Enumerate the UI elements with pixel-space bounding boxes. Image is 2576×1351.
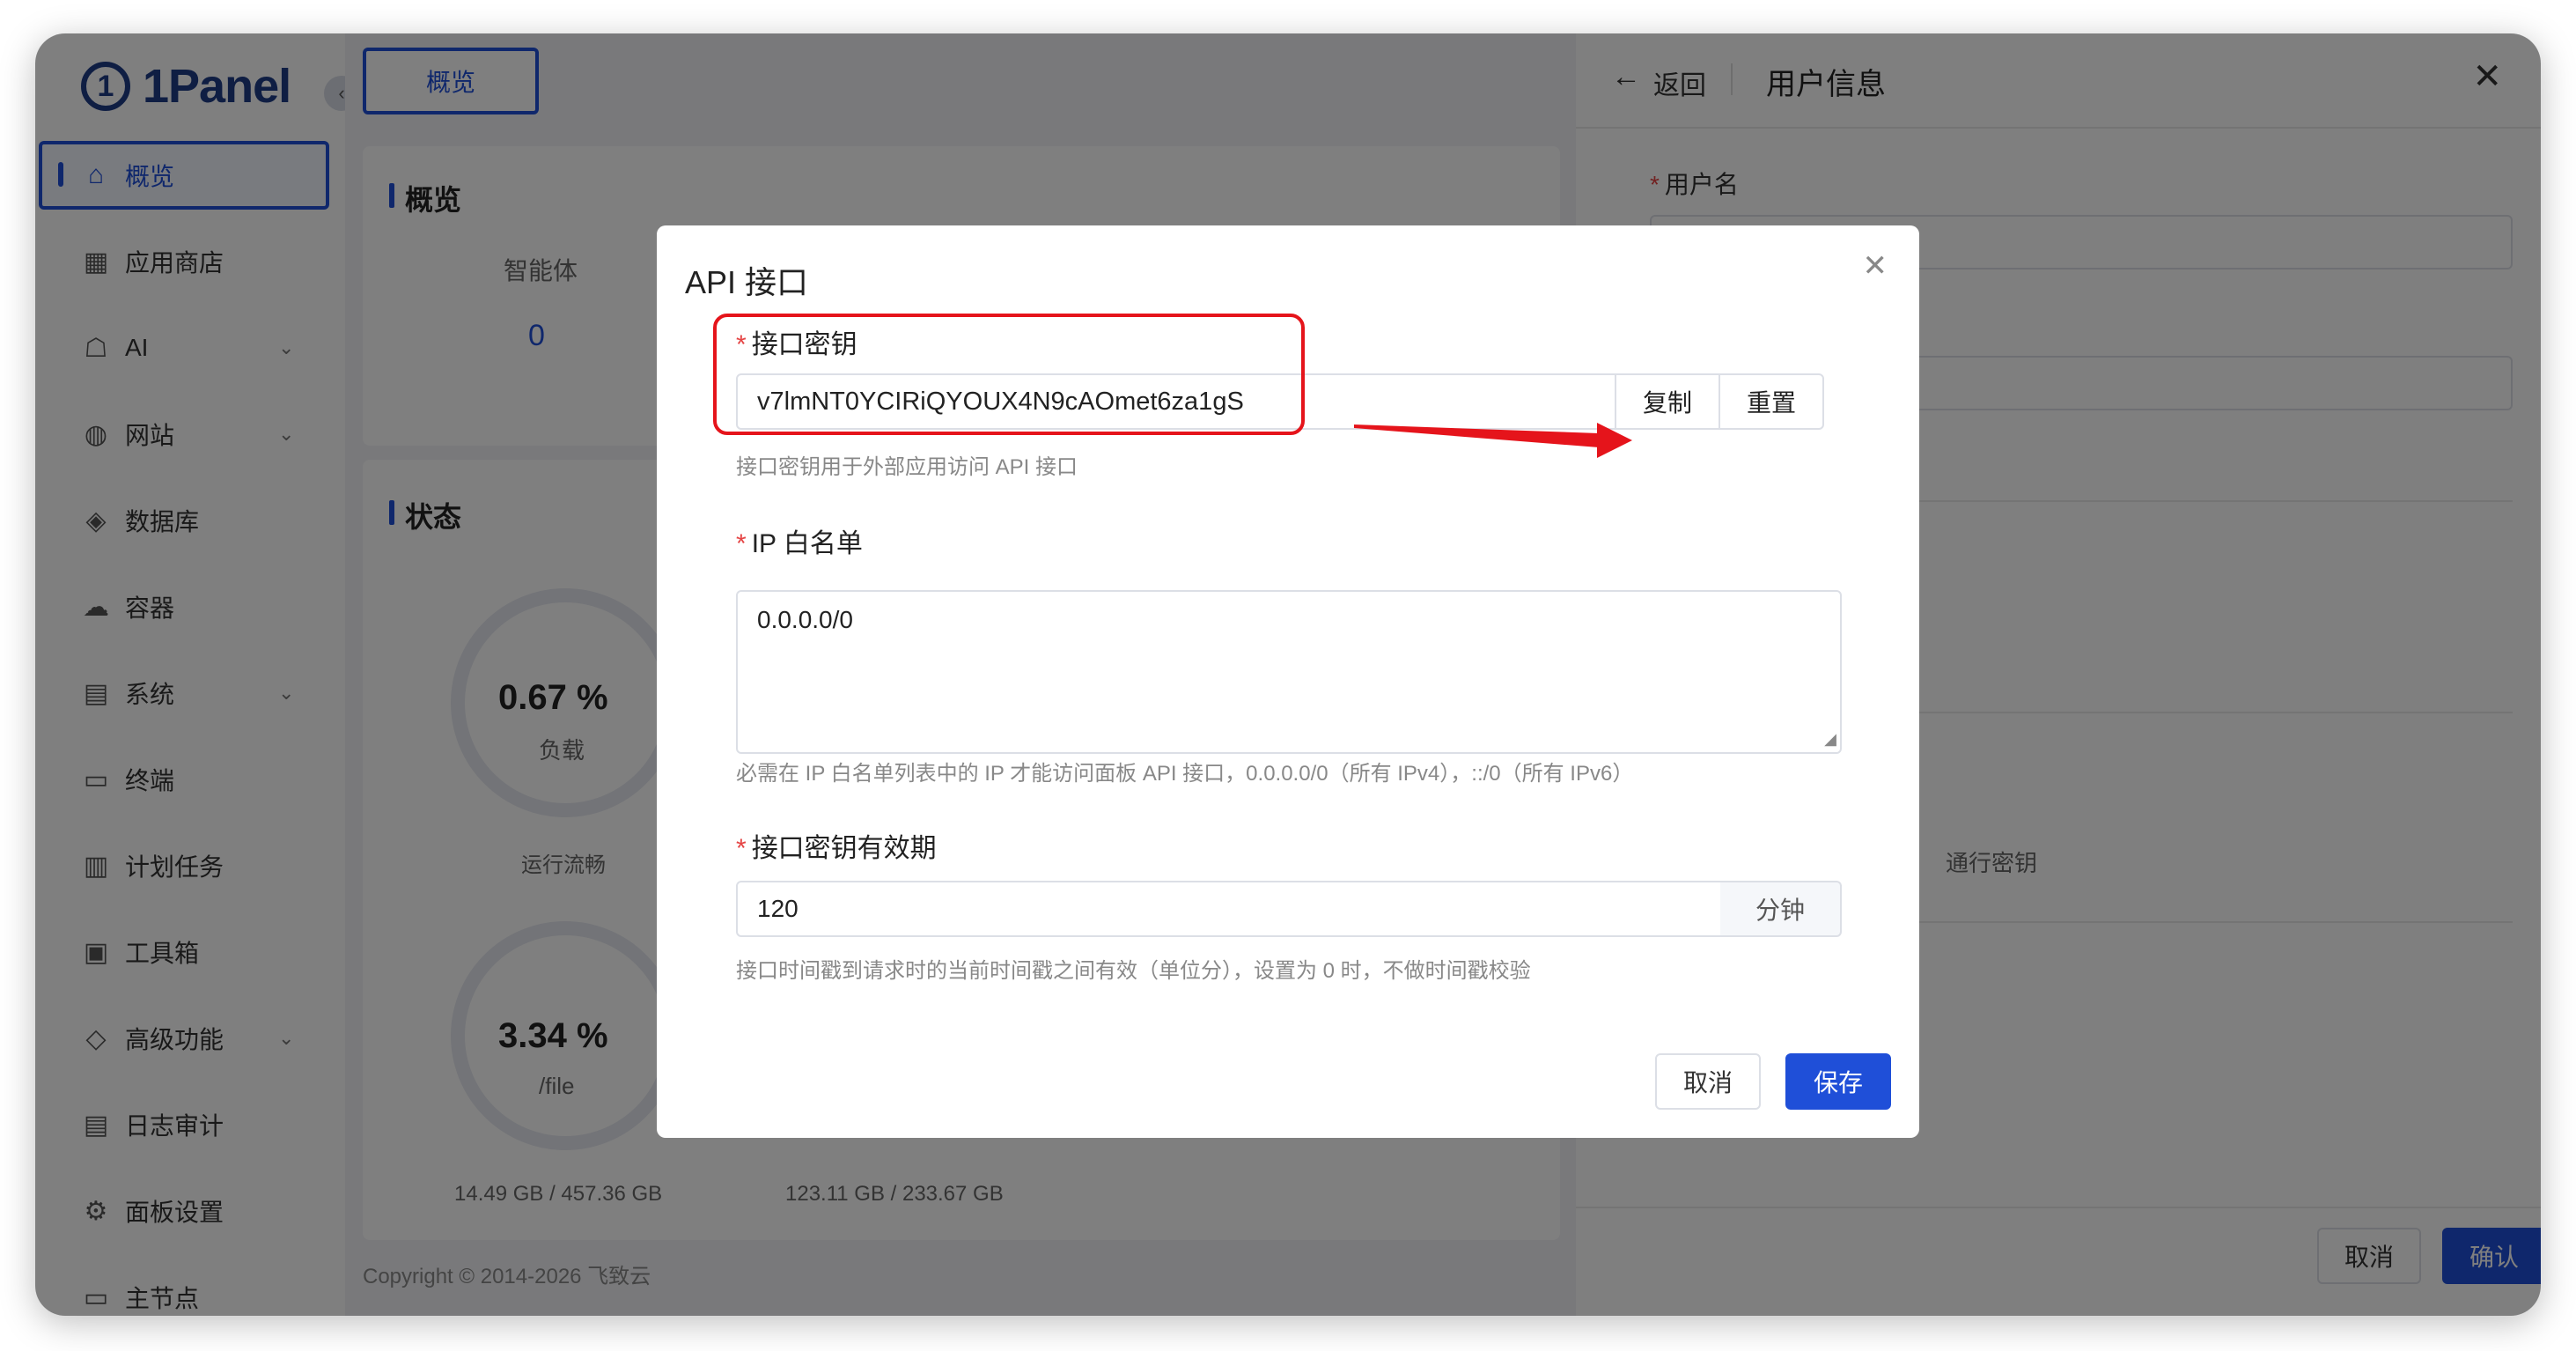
ip-whitelist-label: * IP 白名单	[736, 521, 863, 560]
annotation-arrow-icon	[1354, 423, 1632, 458]
ip-whitelist-value: 0.0.0.0/0	[757, 606, 853, 633]
api-dialog: API 接口 ✕ * 接口密钥 v7lmNT0YCIRiQYOUX4N9cAOme…	[657, 225, 1919, 1138]
validity-unit: 分钟	[1720, 881, 1842, 937]
ip-whitelist-help: 必需在 IP 白名单列表中的 IP 才能访问面板 API 接口，0.0.0.0/…	[736, 762, 1634, 786]
validity-input[interactable]: 120	[736, 881, 1722, 937]
validity-help: 接口时间戳到请求时的当前时间戳之间有效（单位分），设置为 0 时，不做时间戳校验	[736, 959, 1531, 983]
validity-label: * 接口密钥有效期	[736, 826, 937, 865]
app-window: 1 1Panel ‹ ⌂概览▦应用商店☖AI⌄◍网站⌄◈数据库☁容器▤系统⌄▭终…	[35, 33, 2541, 1316]
required-mark: *	[736, 529, 747, 558]
validity-label-text: 接口密钥有效期	[751, 834, 937, 863]
resize-handle-icon[interactable]: ◢	[1824, 730, 1836, 749]
dialog-cancel-button[interactable]: 取消	[1655, 1053, 1761, 1110]
ip-whitelist-textarea[interactable]: 0.0.0.0/0 ◢	[736, 590, 1842, 754]
ip-whitelist-label-text: IP 白名单	[751, 529, 863, 558]
required-mark: *	[736, 834, 747, 863]
dialog-save-button[interactable]: 保存	[1785, 1053, 1891, 1110]
